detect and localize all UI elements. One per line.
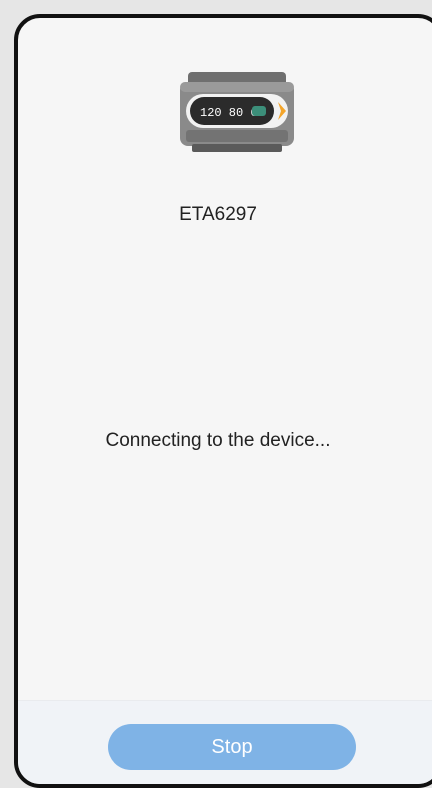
connection-status-text: Connecting to the device... [105,430,331,451]
device-base [186,130,288,142]
stop-button[interactable]: Stop [108,724,356,770]
device-bottom-strap [192,144,282,152]
device-display-indicator [252,106,266,116]
device-name: ETA6297 [179,204,257,225]
device-body-highlight [180,82,294,92]
blood-pressure-monitor-icon: 120 80 68 [180,72,294,152]
app-screen: 120 80 68 ETA6297 Connecting to the devi… [14,14,432,788]
